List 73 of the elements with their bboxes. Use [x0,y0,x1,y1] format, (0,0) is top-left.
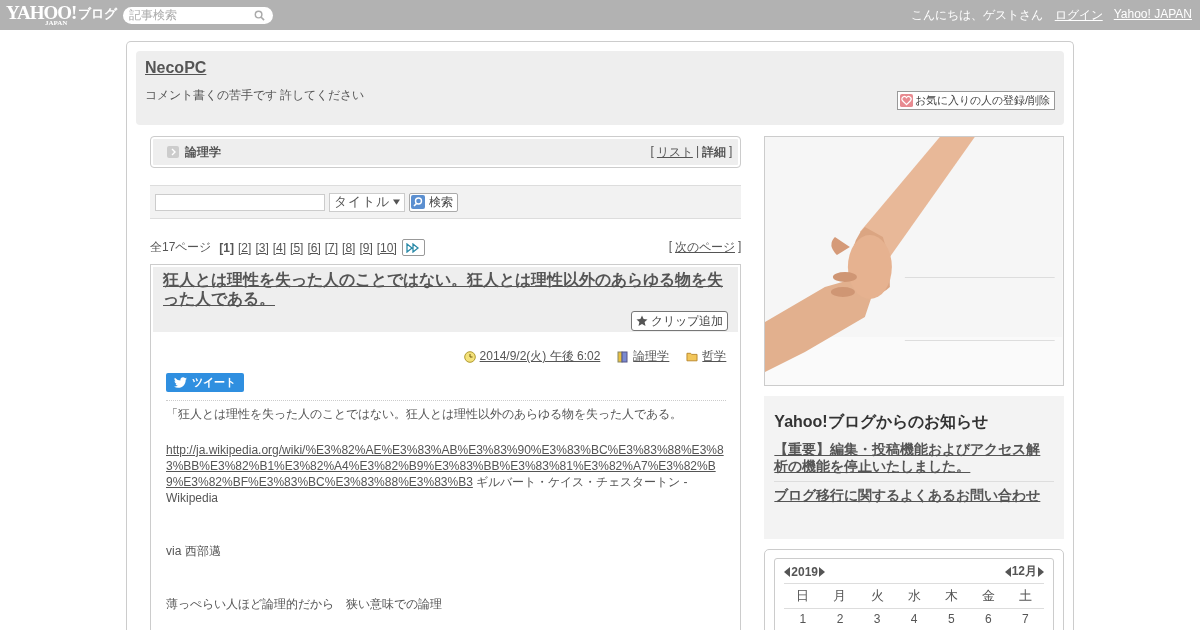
clip-button[interactable]: クリップ追加 [631,311,729,331]
folder-icon [686,351,699,362]
post-date[interactable]: 2014/9/2(火) 午後 6:02 [479,348,601,365]
greeting-text: こんにちは、ゲストさん [910,6,1043,24]
page-link[interactable]: [8] [342,240,356,255]
caret-icon [393,199,400,205]
next-page-link[interactable]: 次のページ [675,239,735,256]
blog-description: コメント書くの苦手です 許してください [145,87,365,104]
notice-title: Yahoo!ブログからのお知らせ [774,412,989,432]
folder-link[interactable]: 哲学 [702,348,727,365]
favorite-button[interactable]: お気に入りの人の登録/削除 [896,91,1055,110]
bracket: ] [738,239,742,255]
calendar-day[interactable]: 6 [973,612,1004,626]
view-link[interactable]: リスト [656,143,693,161]
body-text: 薄っぺらい人ほど論理的だから 狭い意味での論理 [166,596,443,612]
page-link[interactable]: [10] [376,240,397,255]
previous-year-button[interactable] [784,566,791,577]
divider: | [695,143,699,160]
scope-dropdown[interactable]: タイトル [329,192,405,212]
page-link[interactable]: [6] [307,240,321,255]
search-button[interactable]: 検索 [409,192,458,212]
blog-title[interactable]: NecoPC [145,59,207,77]
clock-icon [463,350,476,363]
calendar-day[interactable]: 3 [862,612,893,626]
weekday-label: 金 [980,587,996,605]
calendar-day[interactable]: 7 [1010,612,1041,626]
star-icon [636,315,649,327]
notice-link[interactable]: ブログ移行に関するよくあるお問い合わせ [774,482,1054,510]
calendar-day[interactable]: 1 [787,612,818,626]
category-link[interactable]: 論理学 [633,348,670,365]
book-icon [617,350,630,363]
bracket: [ [668,239,672,255]
bracket: [ [650,143,654,160]
calendar-month: 12月 [1011,563,1037,580]
weekday-label: 月 [832,587,848,605]
weekday-label: 日 [795,587,811,605]
link-paragraph: http://ja.wikipedia.org/wiki/%E3%82%AE%E3%83%AB%E3%83%90%E3%83%BC%E3%83%88%E3%83%BB%E3%82%B1%E3%82%A4%E3%82%B9%E3%83%BB%E3%83%81%E3%82%A7%E3%82%B9%E3%82%BF%E3%83%BC%E3%83%88%E3%83%B3 ギルバート・ケイス・チェスタートン - Wikipedia [166,442,725,506]
body-text: via 西部邁 [166,543,222,559]
bird-icon [174,377,187,388]
search-icon [254,9,266,21]
calendar-year: 2019 [791,564,819,579]
calendar-day[interactable]: 4 [899,612,930,626]
page-link[interactable]: [7] [324,240,339,255]
previous-month-button[interactable] [1004,566,1011,577]
page-link[interactable]: [3] [255,240,269,255]
service-name: ブログ [78,5,118,23]
next-month-button[interactable] [1038,566,1044,577]
calendar-day[interactable]: 2 [825,612,855,626]
page-link[interactable]: [5] [290,240,304,255]
page-count: 全17ページ [150,239,212,256]
page-link[interactable]: [1] [219,240,235,255]
calendar-day[interactable]: 5 [936,612,967,626]
page-link[interactable]: [9] [359,240,373,255]
weekday-label: 水 [906,587,922,605]
bracket: ] [729,143,733,160]
page-link[interactable]: [4] [272,240,287,255]
heart-icon [899,94,913,107]
notice-link[interactable]: 【重要】編集・投稿機能およびアクセス解析の機能を停止いたしました。 [774,439,1054,482]
search-field[interactable]: 記事検索 [123,6,274,24]
weekday-label: 火 [869,587,885,605]
category-name: 論理学 [185,143,221,161]
page-link[interactable]: [2] [238,240,252,255]
body-text: 「狂人とは理性を失った人のことではない。狂人とは理性以外のあらゆる物を失った人である。 [166,406,683,422]
fast-forward-button[interactable] [401,239,425,256]
logo-text: YAHOO! [6,3,77,22]
view-link[interactable]: 詳細 [702,143,726,161]
weekday-label: 土 [1017,587,1033,605]
search-field[interactable] [155,193,325,211]
search-icon [411,195,425,209]
post-title[interactable]: 狂人とは理性を失った人のことではない。狂人とは理性以外のあらゆる物を失った人である。 [163,270,729,308]
fast-forward-icon [406,242,421,253]
weekday-label: 木 [943,587,959,605]
next-year-button[interactable] [819,566,826,577]
